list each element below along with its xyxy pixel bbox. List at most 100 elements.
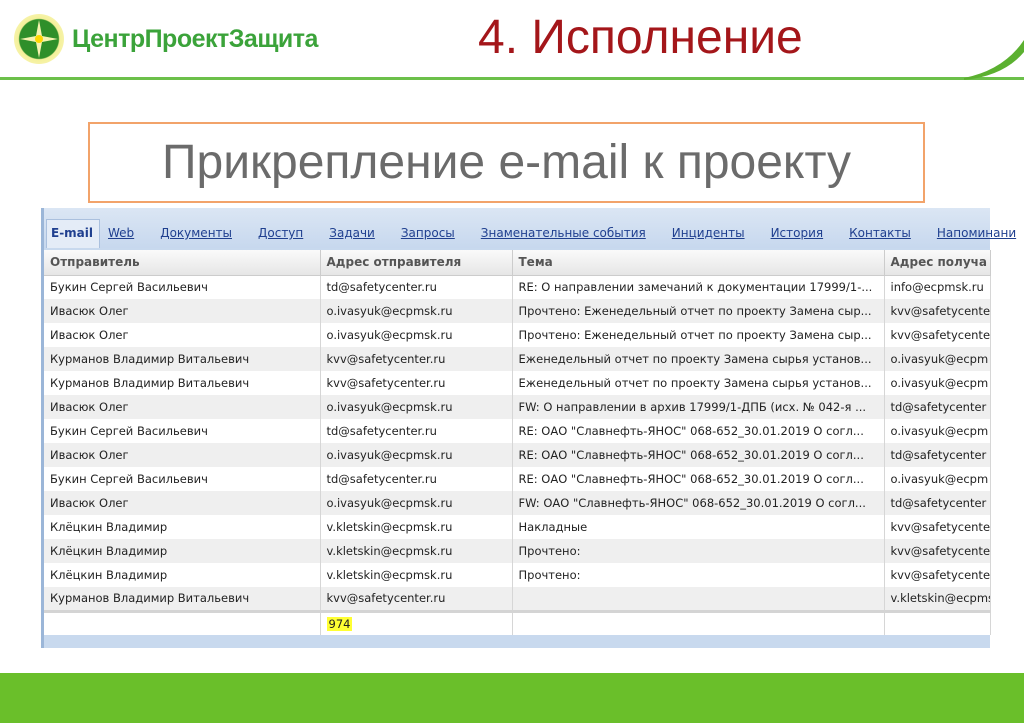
sender-cell: Ивасюк Олег — [44, 443, 321, 467]
subject-cell: RE: О направлении замечаний к документац… — [512, 275, 885, 299]
tab-5[interactable]: Запросы — [401, 226, 455, 248]
tab-0[interactable]: E-mail — [46, 219, 101, 248]
compass-star-icon — [14, 14, 64, 64]
sender-cell: Клёцкин Владимир — [44, 515, 321, 539]
logo-text: ЦентрПроектЗащита — [72, 24, 318, 53]
column-header[interactable]: Адрес отправителя — [320, 250, 513, 276]
recipient-address-cell: kvv@safetycente — [884, 539, 991, 563]
subject-cell: Прочтено: Еженедельный отчет по проекту … — [512, 299, 885, 323]
sender-address-cell: v.kletskin@ecpmsk.ru — [320, 563, 513, 587]
table-row[interactable]: Курманов Владимир Витальевич kvv@safetyce… — [44, 587, 991, 611]
sender-address-cell: kvv@safetycenter.ru — [320, 347, 513, 371]
table-row[interactable]: Курманов Владимир Витальевич kvv@safetyce… — [44, 347, 991, 371]
sender-address-cell: v.kletskin@ecpmsk.ru — [320, 515, 513, 539]
tab-6[interactable]: Знаменательные события — [481, 226, 646, 248]
sender-cell: Ивасюк Олег — [44, 395, 321, 419]
table-row[interactable]: Курманов Владимир Витальевич kvv@safetyce… — [44, 371, 991, 395]
total-row: 974 — [44, 609, 991, 635]
sender-address-cell: o.ivasyuk@ecpmsk.ru — [320, 299, 513, 323]
table-row[interactable]: Букин Сергей Васильевич td@safetycenter.r… — [44, 419, 991, 443]
tab-3[interactable]: Доступ — [258, 226, 303, 248]
subject-cell: FW: ОАО "Славнефть-ЯНОС" 068-652_30.01.2… — [512, 491, 885, 515]
slide-title: 4. Исполнение — [478, 11, 803, 64]
sender-cell: Букин Сергей Васильевич — [44, 419, 321, 443]
sender-cell: Ивасюк Олег — [44, 323, 321, 347]
recipient-address-cell: kvv@safetycente — [884, 515, 991, 539]
sender-address-cell: o.ivasyuk@ecpmsk.ru — [320, 395, 513, 419]
subject-cell — [512, 587, 885, 611]
tab-8[interactable]: История — [771, 226, 824, 248]
subtitle: Прикрепление e-mail к проекту — [162, 136, 851, 189]
recipient-address-cell: o.ivasyuk@ecpm — [884, 419, 991, 443]
table-row[interactable]: Букин Сергей Васильевич td@safetycenter.r… — [44, 467, 991, 491]
sender-cell: Букин Сергей Васильевич — [44, 467, 321, 491]
table-row[interactable]: Ивасюк Олег o.ivasyuk@ecpmsk.ru FW: О напр… — [44, 395, 991, 419]
table-row[interactable]: Ивасюк Олег o.ivasyuk@ecpmsk.ru Прочтено: … — [44, 323, 991, 347]
sender-cell: Ивасюк Олег — [44, 491, 321, 515]
sender-address-cell: kvv@safetycenter.ru — [320, 371, 513, 395]
sender-cell: Клёцкин Владимир — [44, 539, 321, 563]
tab-1[interactable]: Web — [108, 226, 134, 248]
table-row[interactable]: Ивасюк Олег o.ivasyuk@ecpmsk.ru Прочтено: … — [44, 299, 991, 323]
total-cell — [884, 609, 991, 635]
email-panel: E-mail Web Документы Доступ Задачи Запросы Зна… — [41, 208, 1016, 648]
subject-cell: Прочтено: — [512, 539, 885, 563]
subject-cell: Еженедельный отчет по проекту Замена сыр… — [512, 347, 885, 371]
tab-7[interactable]: Инциденты — [672, 226, 745, 248]
header-divider — [0, 77, 1024, 80]
subject-cell: RE: ОАО "Славнефть-ЯНОС" 068-652_30.01.2… — [512, 419, 885, 443]
recipient-address-cell: td@safetycenter — [884, 491, 991, 515]
sender-address-cell: kvv@safetycenter.ru — [320, 587, 513, 611]
sender-address-cell: td@safetycenter.ru — [320, 419, 513, 443]
recipient-address-cell: v.kletskin@ecpms — [884, 587, 991, 611]
table-row[interactable]: Клёцкин Владимир v.kletskin@ecpmsk.ru Проч… — [44, 539, 991, 563]
sender-address-cell: o.ivasyuk@ecpmsk.ru — [320, 323, 513, 347]
table-row[interactable]: Ивасюк Олег o.ivasyuk@ecpmsk.ru FW: ОАО "С… — [44, 491, 991, 515]
total-cell — [44, 609, 321, 635]
recipient-address-cell: td@safetycenter — [884, 395, 991, 419]
sender-address-cell: v.kletskin@ecpmsk.ru — [320, 539, 513, 563]
decorative-swoosh — [964, 40, 1024, 80]
recipient-address-cell: kvv@safetycente — [884, 563, 991, 587]
email-table: Отправитель Адрес отправителя Тема Адрес по… — [44, 250, 991, 635]
column-header[interactable]: Отправитель — [44, 250, 321, 276]
recipient-address-cell: td@safetycenter — [884, 443, 991, 467]
recipient-address-cell: o.ivasyuk@ecpm — [884, 371, 991, 395]
subject-cell: Накладные — [512, 515, 885, 539]
subject-cell: Прочтено: — [512, 563, 885, 587]
column-header[interactable]: Адрес получа — [884, 250, 991, 276]
recipient-address-cell: kvv@safetycente — [884, 299, 991, 323]
sender-cell: Ивасюк Олег — [44, 299, 321, 323]
tab-2[interactable]: Документы — [160, 226, 232, 248]
table-row[interactable]: Клёцкин Владимир v.kletskin@ecpmsk.ru Накл… — [44, 515, 991, 539]
tab-bar: E-mail Web Документы Доступ Задачи Запросы Зна… — [44, 208, 1016, 248]
sender-cell: Курманов Владимир Витальевич — [44, 371, 321, 395]
footer-band — [0, 673, 1024, 723]
sender-cell: Курманов Владимир Витальевич — [44, 347, 321, 371]
total-cell — [512, 609, 885, 635]
recipient-address-cell: info@ecpmsk.ru — [884, 275, 991, 299]
sender-cell: Клёцкин Владимир — [44, 563, 321, 587]
sender-address-cell: td@safetycenter.ru — [320, 467, 513, 491]
column-header[interactable]: Тема — [512, 250, 885, 276]
sender-cell: Букин Сергей Васильевич — [44, 275, 321, 299]
tab-9[interactable]: Контакты — [849, 226, 911, 248]
table-row[interactable]: Клёцкин Владимир v.kletskin@ecpmsk.ru Проч… — [44, 563, 991, 587]
recipient-address-cell: o.ivasyuk@ecpm — [884, 347, 991, 371]
recipient-address-cell: o.ivasyuk@ecpm — [884, 467, 991, 491]
total-cell: 974 — [320, 609, 513, 635]
sender-address-cell: o.ivasyuk@ecpmsk.ru — [320, 443, 513, 467]
subject-cell: Прочтено: Еженедельный отчет по проекту … — [512, 323, 885, 347]
tab-10[interactable]: Напоминани — [937, 226, 1016, 248]
subject-cell: Еженедельный отчет по проекту Замена сыр… — [512, 371, 885, 395]
recipient-address-cell: kvv@safetycente — [884, 323, 991, 347]
tab-4[interactable]: Задачи — [329, 226, 375, 248]
sender-address-cell: td@safetycenter.ru — [320, 275, 513, 299]
table-header: Отправитель Адрес отправителя Тема Адрес по… — [44, 250, 991, 276]
background — [0, 648, 1024, 673]
company-logo: ЦентрПроектЗащита — [14, 14, 318, 64]
subtitle-box: Прикрепление e-mail к проекту — [88, 122, 925, 203]
subject-cell: FW: О направлении в архив 17999/1-ДПБ (и… — [512, 395, 885, 419]
table-row[interactable]: Ивасюк Олег o.ivasyuk@ecpmsk.ru RE: ОАО "С… — [44, 443, 991, 467]
table-row[interactable]: Букин Сергей Васильевич td@safetycenter.r… — [44, 275, 991, 299]
